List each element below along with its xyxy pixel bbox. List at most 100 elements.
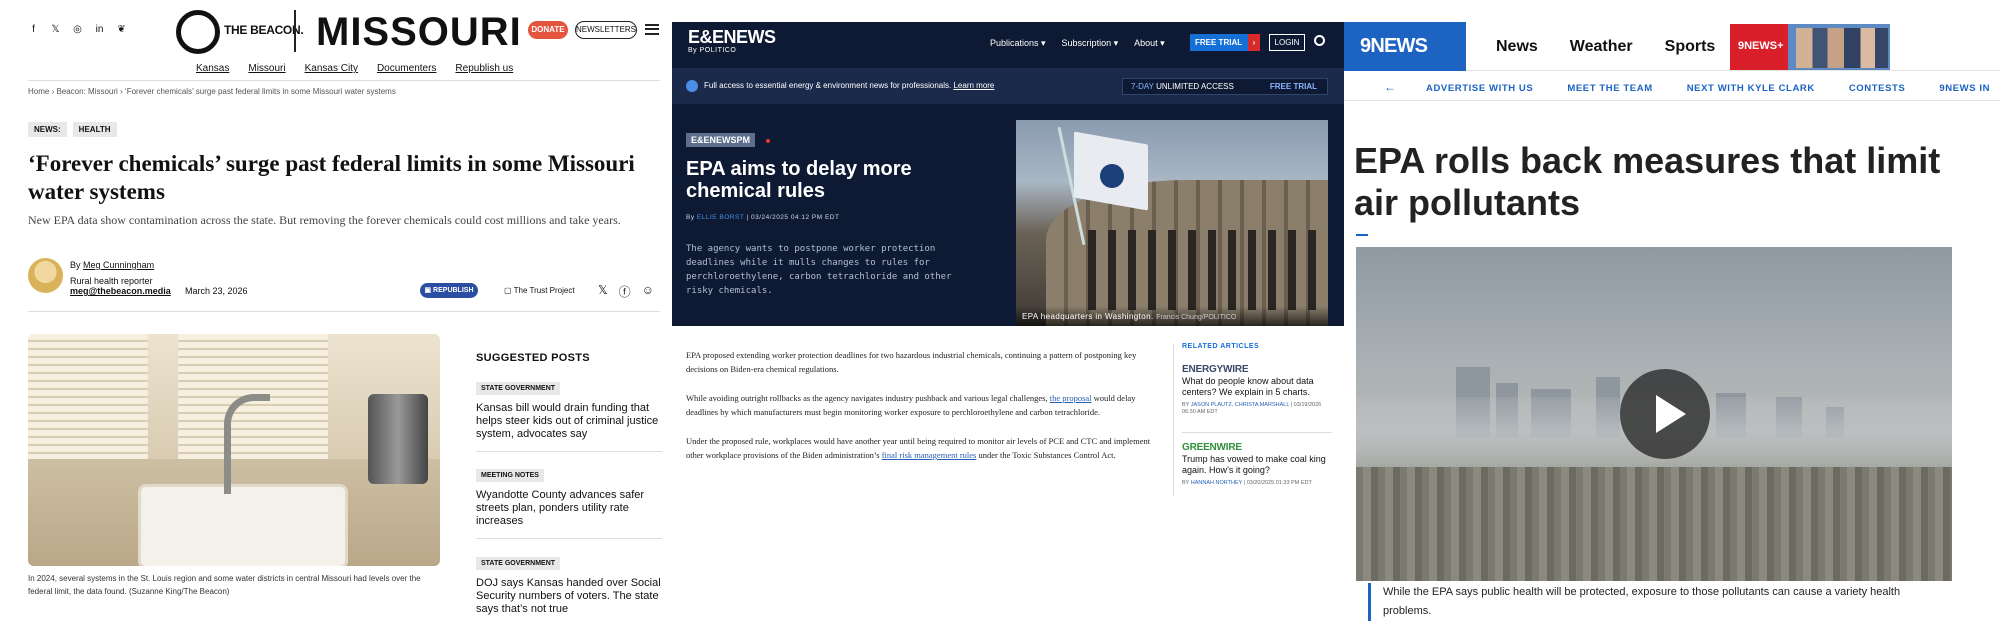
promo-text: Full access to essential energy & enviro… — [704, 81, 994, 90]
share-reddit-icon[interactable]: ☺ — [642, 283, 654, 300]
article-photo[interactable]: EPA headquarters in Washington. Francis … — [1016, 120, 1328, 326]
promo-message: Full access to essential energy & enviro… — [704, 81, 952, 90]
login-button[interactable]: LOGIN — [1269, 34, 1305, 51]
state-title[interactable]: MISSOURI — [316, 10, 522, 54]
share-x-icon[interactable]: 𝕏 — [598, 283, 608, 300]
access-text: UNLIMITED ACCESS — [1156, 82, 1234, 91]
suggested-title[interactable]: Wyandotte County advances safer streets … — [476, 489, 662, 528]
proposal-link[interactable]: the proposal — [1050, 393, 1092, 403]
related-meta: BY HANNAH NORTHEY | 03/20/2025 01:33 PM … — [1182, 480, 1312, 486]
suggested-category[interactable]: MEETING NOTES — [476, 469, 544, 482]
nav-weather[interactable]: Weather — [1570, 38, 1633, 56]
subnav-9news-in[interactable]: 9NEWS IN — [1939, 83, 1990, 94]
video-player[interactable] — [1356, 247, 1952, 581]
suggested-category[interactable]: STATE GOVERNMENT — [476, 557, 561, 570]
byline-prefix: By — [686, 214, 695, 221]
final-rules-link[interactable]: final risk management rules — [882, 450, 977, 460]
arrow-left-icon[interactable]: ← — [1384, 80, 1396, 94]
search-icon[interactable] — [1314, 35, 1325, 46]
info-icon — [686, 80, 698, 92]
divider — [476, 538, 662, 539]
ninenews-nav: News Weather Sports — [1496, 38, 1715, 56]
subnav-next-kyle-clark[interactable]: NEXT WITH KYLE CLARK — [1687, 83, 1815, 94]
trust-project-link[interactable]: ▢ The Trust Project — [504, 286, 575, 295]
city-ground — [1356, 467, 1952, 581]
appliance — [368, 394, 428, 484]
article-headline: EPA aims to delay more chemical rules — [686, 158, 912, 202]
author-link[interactable]: ELLIE BORST — [697, 214, 744, 221]
subnav-advertise[interactable]: ADVERTISE WITH US — [1426, 83, 1533, 94]
author-email-link[interactable]: meg@thebeacon.media — [70, 286, 171, 296]
ninenews-logo[interactable]: 9NEWS — [1344, 22, 1466, 71]
free-trial-button[interactable]: FREE TRIAL › — [1190, 34, 1260, 51]
free-trial-label: FREE TRIAL — [1195, 38, 1243, 47]
divider — [1182, 432, 1332, 433]
linkedin-icon[interactable]: in — [94, 24, 105, 35]
learn-more-link[interactable]: Learn more — [953, 81, 994, 90]
related-title[interactable]: What do people know about data centers? … — [1182, 376, 1332, 398]
breadcrumb[interactable]: Home › Beacon: Missouri › ‘Forever chemi… — [28, 87, 396, 96]
nav-sports[interactable]: Sports — [1665, 38, 1716, 56]
share-facebook-icon[interactable]: ⓕ — [619, 283, 631, 300]
suggested-title[interactable]: Kansas bill would drain funding that hel… — [476, 402, 662, 441]
newsletters-button[interactable]: NEWSLETTERS — [575, 21, 637, 39]
suggested-post[interactable]: STATE GOVERNMENT Kansas bill would drain… — [476, 377, 662, 441]
anchors-promo-image — [1796, 28, 1888, 68]
nav-news[interactable]: News — [1496, 38, 1538, 56]
nav-documenters[interactable]: Documenters — [377, 63, 436, 74]
beacon-article-panel: f 𝕏 ◎ in ❦ THE BEACON. MISSOURI DONATE N… — [0, 0, 672, 638]
tag-health[interactable]: HEALTH — [72, 122, 117, 137]
unlimited-access-banner[interactable]: 7-DAY UNLIMITED ACCESS FREE TRIAL — [1122, 78, 1328, 95]
related-brand: ENERGYWIRE — [1182, 364, 1249, 375]
play-icon[interactable] — [1620, 369, 1710, 459]
suggested-post[interactable]: STATE GOVERNMENT DOJ says Kansas handed … — [476, 552, 662, 616]
donate-button[interactable]: DONATE — [528, 21, 568, 39]
divider — [1173, 344, 1174, 496]
photo-caption: In 2024, several systems in the St. Loui… — [28, 574, 421, 596]
article-body: EPA proposed extending worker protection… — [686, 348, 1164, 477]
subnav: ADVERTISE WITH US MEET THE TEAM NEXT WIT… — [1426, 83, 1990, 94]
nav-missouri[interactable]: Missouri — [248, 63, 285, 74]
article-tags: NEWS: HEALTH — [28, 122, 117, 137]
author-link[interactable]: Meg Cunningham — [83, 260, 154, 270]
tag-news[interactable]: NEWS: — [28, 122, 67, 137]
nav-kansas-city[interactable]: Kansas City — [305, 63, 358, 74]
section-badge[interactable]: E&ENEWSPM — [686, 133, 756, 147]
related-authors[interactable]: HANNAH NORTHEY — [1191, 480, 1242, 486]
republish-button[interactable]: ▣ REPUBLISH — [420, 283, 478, 298]
related-authors[interactable]: JASON PLAUTZ, CHRISTA MARSHALL — [1191, 402, 1289, 408]
subnav-meet-team[interactable]: MEET THE TEAM — [1567, 83, 1652, 94]
facebook-icon[interactable]: f — [28, 24, 39, 35]
photo-credit: Francis Chung/POLITICO — [1156, 314, 1237, 321]
eenews-logo[interactable]: E&ENEWS By POLITICO — [688, 27, 776, 54]
access-free-trial-link[interactable]: FREE TRIAL — [1270, 79, 1317, 94]
related-article[interactable]: ENERGYWIRE What do people know about dat… — [1182, 364, 1332, 416]
chevron-right-icon: › — [1248, 34, 1260, 51]
article-photo[interactable] — [28, 334, 440, 566]
x-icon[interactable]: 𝕏 — [50, 24, 61, 35]
nav-republish-us[interactable]: Republish us — [455, 63, 513, 74]
related-article[interactable]: GREENWIRE Trump has vowed to make coal k… — [1182, 442, 1332, 487]
article-dek: The agency wants to postpone worker prot… — [686, 244, 952, 296]
menu-publications[interactable]: Publications ▾ — [990, 38, 1046, 49]
nav-kansas[interactable]: Kansas — [196, 63, 229, 74]
instagram-icon[interactable]: ◎ — [72, 24, 83, 35]
beacon-logo-mark[interactable] — [176, 10, 220, 54]
related-articles-title: RELATED ARTICLES — [1182, 343, 1260, 350]
subnav-contests[interactable]: CONTESTS — [1849, 83, 1906, 94]
eenews-article-panel: E&ENEWS By POLITICO Publications ▾ Subsc… — [672, 0, 1344, 638]
suggested-post[interactable]: MEETING NOTES Wyandotte County advances … — [476, 464, 662, 528]
suggested-posts-title: SUGGESTED POSTS — [476, 352, 590, 364]
related-title[interactable]: Trump has vowed to make coal king again.… — [1182, 454, 1332, 476]
beacon-logo-text[interactable]: THE BEACON. — [224, 24, 304, 36]
menu-about[interactable]: About ▾ — [1134, 38, 1165, 49]
suggested-category[interactable]: STATE GOVERNMENT — [476, 382, 561, 395]
suggested-title[interactable]: DOJ says Kansas handed over Social Secur… — [476, 577, 662, 616]
headline-accent — [1356, 234, 1368, 236]
author-avatar[interactable] — [28, 258, 63, 293]
bluesky-icon[interactable]: ❦ — [116, 24, 127, 35]
paragraph: While avoiding outright rollbacks as the… — [686, 391, 1164, 419]
hamburger-menu-icon[interactable] — [645, 24, 659, 35]
publish-date: March 23, 2026 — [185, 286, 248, 296]
menu-subscription[interactable]: Subscription ▾ — [1062, 38, 1119, 49]
